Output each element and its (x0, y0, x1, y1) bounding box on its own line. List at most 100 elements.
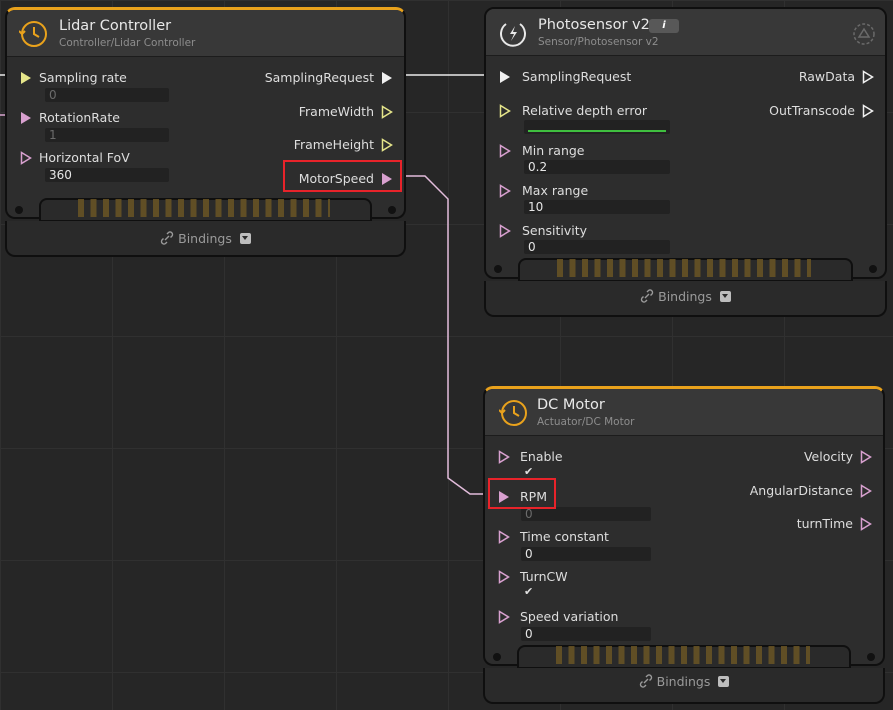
port-angular-distance[interactable]: AngularDistance (713, 481, 873, 501)
port-label: Sampling rate (39, 70, 127, 85)
bindings-toggle[interactable]: Bindings (486, 287, 885, 307)
highlight-rpm (488, 478, 556, 509)
enable-checkbox[interactable]: ✔ (524, 466, 536, 478)
connector-stripes (557, 259, 811, 277)
wire-motor-speed-to-rpm (398, 175, 494, 495)
port-relative-depth-error[interactable]: Relative depth error (498, 101, 698, 121)
port-sampling-request-in[interactable]: SamplingRequest (498, 67, 698, 87)
port-turn-cw[interactable]: TurnCW (497, 567, 677, 587)
chevron-down-icon[interactable] (239, 233, 251, 244)
link-icon (640, 289, 654, 303)
port-speed-variation[interactable]: Speed variation (497, 607, 677, 627)
port-horizontal-fov[interactable]: Horizontal FoV (19, 148, 199, 168)
port-triangle-outline-icon (381, 105, 393, 119)
port-rotation-rate[interactable]: RotationRate (19, 108, 199, 128)
port-triangle-outline-icon (860, 517, 872, 531)
bindings-label: Bindings (178, 231, 232, 246)
relative-depth-error-curve[interactable] (524, 120, 670, 134)
port-sensitivity[interactable]: Sensitivity (498, 221, 698, 241)
chevron-down-icon[interactable] (719, 291, 731, 302)
port-triangle-outline-icon (498, 570, 510, 584)
port-enable[interactable]: Enable (497, 447, 677, 467)
network-hand-icon[interactable] (849, 19, 879, 49)
refresh-clock-icon (19, 21, 47, 47)
corner-dot (869, 265, 877, 273)
port-velocity[interactable]: Velocity (713, 447, 873, 467)
port-out-transcode[interactable]: OutTranscode (725, 101, 875, 121)
connector-stripes (78, 199, 330, 217)
port-label: OutTranscode (769, 103, 855, 118)
corner-dot (867, 653, 875, 661)
bindings-label: Bindings (656, 674, 711, 689)
port-label: SamplingRequest (522, 69, 632, 84)
port-raw-data[interactable]: RawData (725, 67, 875, 87)
connector-stripes (556, 646, 810, 664)
dc-motor-node[interactable]: DC Motor Actuator/DC Motor Enable ✔ RPM … (483, 386, 885, 704)
max-range-field[interactable]: 10 (524, 200, 670, 214)
port-triangle-filled-icon (382, 72, 392, 84)
turn-cw-checkbox[interactable]: ✔ (524, 586, 536, 598)
chevron-down-icon[interactable] (718, 676, 730, 687)
port-label: FrameHeight (293, 137, 374, 152)
dc-motor-card: DC Motor Actuator/DC Motor Enable ✔ RPM … (483, 386, 885, 666)
bindings-toggle[interactable]: Bindings (7, 229, 404, 249)
port-time-constant[interactable]: Time constant (497, 527, 677, 547)
port-label: RotationRate (39, 110, 120, 125)
horizontal-fov-field[interactable]: 360 (45, 168, 169, 182)
node-subtitle: Actuator/DC Motor (537, 416, 635, 428)
port-label: Enable (520, 449, 563, 464)
port-frame-height[interactable]: FrameHeight (214, 135, 394, 155)
port-label: TurnCW (520, 569, 568, 584)
port-min-range[interactable]: Min range (498, 141, 698, 161)
port-label: SamplingRequest (264, 70, 374, 85)
port-triangle-filled-icon (21, 112, 31, 124)
sensitivity-field[interactable]: 0 (524, 240, 670, 254)
port-triangle-outline-icon (860, 450, 872, 464)
port-label: FrameWidth (298, 104, 374, 119)
node-title: Lidar Controller (59, 18, 172, 34)
photosensor-header[interactable]: Photosensor v2 i Sensor/Photosensor v2 (486, 9, 885, 56)
port-triangle-outline-icon (862, 70, 874, 84)
port-triangle-outline-icon (498, 450, 510, 464)
port-triangle-outline-icon (499, 224, 511, 238)
port-sampling-request-out[interactable]: SamplingRequest (214, 68, 394, 88)
lidar-controller-node[interactable]: Lidar Controller Controller/Lidar Contro… (5, 7, 406, 257)
time-constant-field[interactable]: 0 (521, 547, 651, 561)
port-triangle-outline-icon (381, 138, 393, 152)
port-turn-time[interactable]: turnTime (713, 514, 873, 534)
lidar-controller-header[interactable]: Lidar Controller Controller/Lidar Contro… (7, 10, 404, 57)
curve-line (528, 130, 666, 132)
port-label: Relative depth error (522, 103, 647, 118)
photosensor-node[interactable]: Photosensor v2 i Sensor/Photosensor v2 S… (484, 7, 887, 317)
port-triangle-outline-icon (499, 184, 511, 198)
rotation-rate-field[interactable]: 1 (45, 128, 169, 142)
sampling-rate-field[interactable]: 0 (45, 88, 169, 102)
dc-motor-bindings-panel[interactable]: Bindings (483, 668, 885, 704)
photosensor-card: Photosensor v2 i Sensor/Photosensor v2 S… (484, 7, 887, 279)
dc-motor-header[interactable]: DC Motor Actuator/DC Motor (485, 389, 883, 436)
photosensor-bindings-panel[interactable]: Bindings (484, 281, 887, 317)
node-title: DC Motor (537, 397, 605, 413)
power-lightning-icon (500, 23, 526, 47)
rpm-field[interactable]: 0 (521, 507, 651, 521)
port-label: Time constant (520, 529, 609, 544)
refresh-clock-icon (499, 400, 527, 426)
bindings-toggle[interactable]: Bindings (485, 672, 883, 692)
port-max-range[interactable]: Max range (498, 181, 698, 201)
port-frame-width[interactable]: FrameWidth (214, 102, 394, 122)
corner-dot (388, 206, 396, 214)
min-range-field[interactable]: 0.2 (524, 160, 670, 174)
lidar-bindings-panel[interactable]: Bindings (5, 221, 406, 257)
node-subtitle: Controller/Lidar Controller (59, 37, 196, 49)
port-triangle-outline-icon (862, 104, 874, 118)
port-label: Min range (522, 143, 585, 158)
info-badge-icon[interactable]: i (649, 19, 679, 33)
port-label: Sensitivity (522, 223, 588, 238)
speed-variation-field[interactable]: 0 (521, 627, 651, 641)
port-label: turnTime (796, 516, 853, 531)
highlight-motor-speed (283, 160, 402, 192)
corner-dot (493, 653, 501, 661)
port-sampling-rate[interactable]: Sampling rate (19, 68, 199, 88)
port-triangle-outline-icon (20, 151, 32, 165)
port-label: RawData (798, 69, 855, 84)
